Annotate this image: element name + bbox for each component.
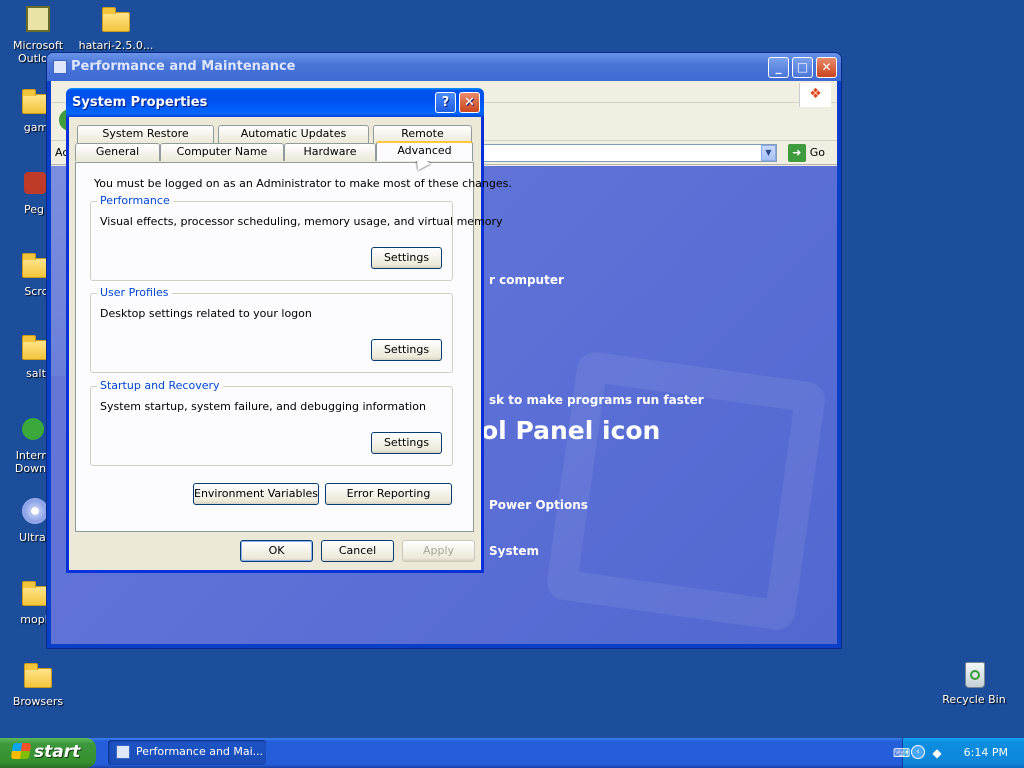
outlook-icon: [22, 4, 54, 36]
system-tray: ⌨ ‹ ◆ 6:14 PM: [893, 738, 1024, 768]
desktop-icon-browsers[interactable]: Browsers: [0, 660, 76, 708]
environment-variables-button[interactable]: Environment Variables: [193, 483, 319, 505]
tab-advanced[interactable]: Advanced: [376, 141, 473, 161]
maximize-button[interactable]: □: [792, 57, 813, 78]
group-legend: Performance: [97, 194, 173, 207]
icon-link-system[interactable]: System: [489, 544, 539, 558]
user-profiles-group: User Profiles Desktop settings related t…: [90, 286, 453, 373]
go-label: Go: [809, 146, 825, 159]
advanced-tab-panel: You must be logged on as an Administrato…: [75, 162, 512, 532]
ok-button[interactable]: OK: [240, 540, 313, 562]
apply-button[interactable]: Apply: [402, 540, 475, 562]
desktop-icon-hatari[interactable]: hatari-2.5.0...: [78, 4, 154, 52]
chevron-left-icon[interactable]: ‹: [911, 745, 925, 759]
download-icon: [16, 414, 48, 446]
help-button[interactable]: ?: [435, 92, 456, 113]
close-button[interactable]: ✕: [816, 57, 837, 78]
chevron-down-icon[interactable]: ▼: [761, 145, 776, 161]
desktop-icon-recycle-bin[interactable]: Recycle Bin: [936, 658, 1012, 706]
folder-icon: [100, 4, 132, 36]
tab-automatic-updates[interactable]: Automatic Updates: [218, 125, 369, 143]
recycle-bin-icon: [958, 658, 990, 690]
group-description: System startup, system failure, and debu…: [100, 400, 426, 413]
desktop-icon-label: hatari-2.5.0...: [78, 39, 154, 52]
minimize-button[interactable]: _: [768, 57, 789, 78]
cancel-button[interactable]: Cancel: [321, 540, 394, 562]
error-reporting-button[interactable]: Error Reporting: [325, 483, 452, 505]
start-button[interactable]: start: [0, 738, 96, 768]
folder-icon: [22, 660, 54, 692]
desktop-icon-label: Browsers: [12, 695, 64, 708]
task-link-computer[interactable]: r computer: [489, 273, 564, 287]
system-properties-titlebar[interactable]: System Properties ? ✕: [66, 88, 484, 117]
go-button[interactable]: ➜ Go: [787, 144, 825, 162]
system-properties-dialog: System Properties ? ✕ System Restore Aut…: [66, 88, 512, 573]
group-description: Desktop settings related to your logon: [100, 307, 312, 320]
control-panel-icon: [116, 745, 130, 759]
windows-logo-icon: ❖: [799, 83, 831, 107]
dialog-title: System Properties: [72, 95, 208, 110]
performance-settings-button[interactable]: Settings: [371, 247, 442, 269]
keyboard-icon[interactable]: ⌨: [893, 745, 910, 761]
go-arrow-icon: ➜: [787, 144, 806, 162]
admin-note: You must be logged on as an Administrato…: [94, 177, 512, 190]
task-link-programs-faster[interactable]: sk to make programs run faster: [489, 393, 704, 407]
startup-recovery-group: Startup and Recovery System startup, sys…: [90, 379, 453, 466]
group-legend: User Profiles: [97, 286, 172, 299]
taskbar-item-performance[interactable]: Performance and Mai...: [108, 740, 266, 765]
dialog-body: System Restore Automatic Updates Remote …: [69, 117, 512, 570]
tab-computer-name[interactable]: Computer Name: [160, 143, 284, 161]
icon-link-power-options[interactable]: Power Options: [489, 498, 588, 512]
tab-system-restore[interactable]: System Restore: [77, 125, 214, 143]
user-profiles-settings-button[interactable]: Settings: [371, 339, 442, 361]
taskbar-item-label: Performance and Mai...: [136, 745, 264, 758]
control-panel-heading: ol Panel icon: [481, 416, 661, 445]
clock[interactable]: 6:14 PM: [964, 746, 1008, 759]
desktop-icon-label: Recycle Bin: [942, 693, 1006, 706]
network-icon[interactable]: ◆: [929, 745, 945, 761]
tab-general[interactable]: General: [75, 143, 160, 161]
group-legend: Startup and Recovery: [97, 379, 223, 392]
close-button[interactable]: ✕: [459, 92, 480, 113]
control-panel-app-icon: [53, 60, 67, 74]
group-description: Visual effects, processor scheduling, me…: [100, 215, 503, 228]
control-panel-title: Performance and Maintenance: [71, 59, 296, 74]
tab-hardware[interactable]: Hardware: [284, 143, 376, 161]
control-panel-titlebar[interactable]: Performance and Maintenance _ □ ✕: [47, 53, 841, 81]
startup-recovery-settings-button[interactable]: Settings: [371, 432, 442, 454]
windows-flag-icon: [10, 743, 32, 759]
taskbar: start Performance and Mai... ⌨ ‹ ◆ 6:14 …: [0, 738, 1024, 768]
start-label: start: [34, 742, 81, 762]
performance-group: Performance Visual effects, processor sc…: [90, 194, 503, 281]
